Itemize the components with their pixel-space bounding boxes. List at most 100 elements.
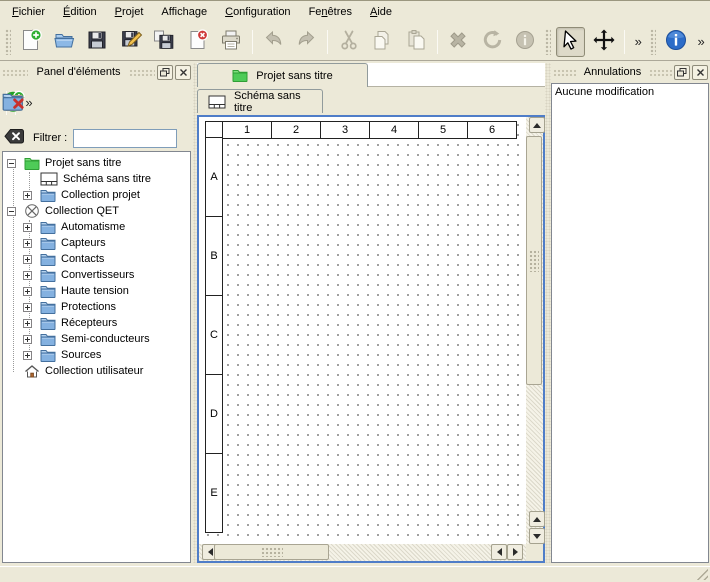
expand-icon[interactable] — [23, 223, 32, 232]
scroll-down-button[interactable] — [529, 528, 545, 544]
info-toolbar-extension-button[interactable]: » — [693, 29, 709, 55]
vertical-scroll-thumb[interactable] — [526, 136, 542, 385]
print-button[interactable] — [216, 27, 245, 57]
expand-icon[interactable] — [23, 271, 32, 280]
elements-panel-titlebar[interactable]: Panel d'éléments — [2, 63, 191, 81]
close-panel-button[interactable] — [175, 65, 191, 80]
rotate-button[interactable] — [477, 27, 506, 57]
expand-icon[interactable] — [23, 335, 32, 344]
tree-item-label: Protections — [61, 301, 116, 313]
horizontal-scroll-thumb[interactable] — [214, 544, 329, 560]
expand-icon[interactable] — [23, 191, 32, 200]
tree-expander-slot — [23, 351, 38, 360]
undo-panel-titlebar[interactable]: Annulations — [553, 63, 708, 81]
tree-item-collection-utilisateur[interactable]: Collection utilisateur — [3, 363, 190, 379]
undo-list-item[interactable]: Aucune modification — [552, 84, 708, 100]
down-arrow-icon — [533, 534, 541, 539]
about-button[interactable] — [661, 27, 690, 57]
elements-tree: Projet sans titreSchéma sans titreCollec… — [2, 151, 191, 563]
menu-fenetres[interactable]: Fenêtres — [300, 2, 361, 22]
copy-button[interactable] — [368, 27, 397, 57]
tree-item-semi-conducteurs[interactable]: Semi-conducteurs — [3, 331, 190, 347]
new-project-button[interactable] — [16, 27, 45, 57]
toolbar-separator — [327, 30, 328, 54]
diagram-column-header: 123456 — [205, 121, 517, 139]
delete-button[interactable] — [444, 27, 473, 57]
scroll-left-button-2[interactable] — [491, 544, 507, 560]
undo-button[interactable] — [259, 27, 288, 57]
pan-mode-button[interactable] — [589, 27, 618, 57]
expand-icon[interactable] — [23, 319, 32, 328]
collapse-icon[interactable] — [7, 159, 16, 168]
folder-blue-icon — [40, 237, 56, 250]
delete-category-button[interactable] — [5, 95, 21, 111]
rotate-icon — [480, 28, 504, 55]
schema-tab-label: Schéma sans titre — [234, 90, 312, 114]
file-toolbar-handle[interactable] — [5, 29, 11, 55]
left-arrow-icon — [208, 548, 213, 556]
home-icon — [24, 364, 40, 379]
right-splitter-handle[interactable] — [545, 63, 551, 563]
menu-aide[interactable]: Aide — [361, 2, 401, 22]
info-toolbar-handle[interactable] — [650, 29, 656, 55]
save-as-button[interactable] — [116, 27, 145, 57]
tree-item-sources[interactable]: Sources — [3, 347, 190, 363]
column-label-4: 4 — [369, 121, 419, 139]
tree-item-schema-sans-titre[interactable]: Schéma sans titre — [3, 171, 190, 187]
collapse-icon[interactable] — [7, 207, 16, 216]
expand-icon[interactable] — [23, 287, 32, 296]
project-tab-bar: Projet sans titre — [197, 63, 545, 87]
redo-button[interactable] — [292, 27, 321, 57]
horizontal-scrollbar[interactable] — [199, 544, 526, 561]
save-all-button[interactable] — [149, 27, 178, 57]
tree-item-capteurs[interactable]: Capteurs — [3, 235, 190, 251]
row-label-C: C — [205, 295, 223, 375]
float-panel-button[interactable] — [674, 65, 690, 80]
tree-item-automatisme[interactable]: Automatisme — [3, 219, 190, 235]
paste-button[interactable] — [401, 27, 430, 57]
tab-projet-sans-titre[interactable]: Projet sans titre — [197, 63, 368, 87]
filter-input[interactable] — [73, 129, 177, 148]
menu-fichier[interactable]: Fichier — [3, 2, 54, 22]
tree-item-protections[interactable]: Protections — [3, 299, 190, 315]
selection-mode-button[interactable] — [556, 27, 585, 57]
left-splitter-handle[interactable] — [193, 63, 197, 563]
clear-filter-button[interactable] — [4, 128, 25, 148]
scroll-up-button-2[interactable] — [529, 511, 545, 527]
tree-item-haute-tension[interactable]: Haute tension — [3, 283, 190, 299]
tree-item-recepteurs[interactable]: Récepteurs — [3, 315, 190, 331]
tree-item-collection-qet[interactable]: Collection QET — [3, 203, 190, 219]
diagram-canvas[interactable]: 123456 ABCDE — [199, 117, 526, 544]
tree-item-collection-projet[interactable]: Collection projet — [3, 187, 190, 203]
menu-affichage[interactable]: Affichage — [152, 2, 216, 22]
tree-expander-slot — [23, 191, 38, 200]
tab-schema-sans-titre[interactable]: Schéma sans titre — [197, 89, 323, 113]
tree-item-projet-sans-titre[interactable]: Projet sans titre — [3, 155, 190, 171]
close-project-button[interactable] — [183, 27, 212, 57]
tree-item-convertisseurs[interactable]: Convertisseurs — [3, 267, 190, 283]
open-project-button[interactable] — [49, 27, 78, 57]
tree-item-contacts[interactable]: Contacts — [3, 251, 190, 267]
scroll-right-button[interactable] — [507, 544, 523, 560]
mode-toolbar-extension-button[interactable]: » — [630, 29, 646, 55]
expand-icon[interactable] — [23, 239, 32, 248]
expand-icon[interactable] — [23, 255, 32, 264]
save-button[interactable] — [83, 27, 112, 57]
up-arrow-icon — [533, 517, 541, 522]
mode-toolbar-handle[interactable] — [545, 29, 551, 55]
vertical-scrollbar[interactable] — [526, 117, 543, 544]
dock-drag-texture — [129, 69, 155, 76]
element-info-button[interactable] — [510, 27, 539, 57]
cut-button[interactable] — [334, 27, 363, 57]
menu-edition[interactable]: Édition — [54, 2, 106, 22]
menu-configuration[interactable]: Configuration — [216, 2, 299, 22]
elements-panel-title: Panel d'éléments — [28, 66, 128, 78]
menu-projet[interactable]: Projet — [106, 2, 153, 22]
tree-item-label: Automatisme — [61, 221, 125, 233]
close-panel-button[interactable] — [692, 65, 708, 80]
expand-icon[interactable] — [23, 303, 32, 312]
scroll-up-button[interactable] — [529, 117, 545, 133]
expand-icon[interactable] — [23, 351, 32, 360]
float-panel-button[interactable] — [157, 65, 173, 80]
window-resize-grip[interactable] — [696, 568, 708, 580]
